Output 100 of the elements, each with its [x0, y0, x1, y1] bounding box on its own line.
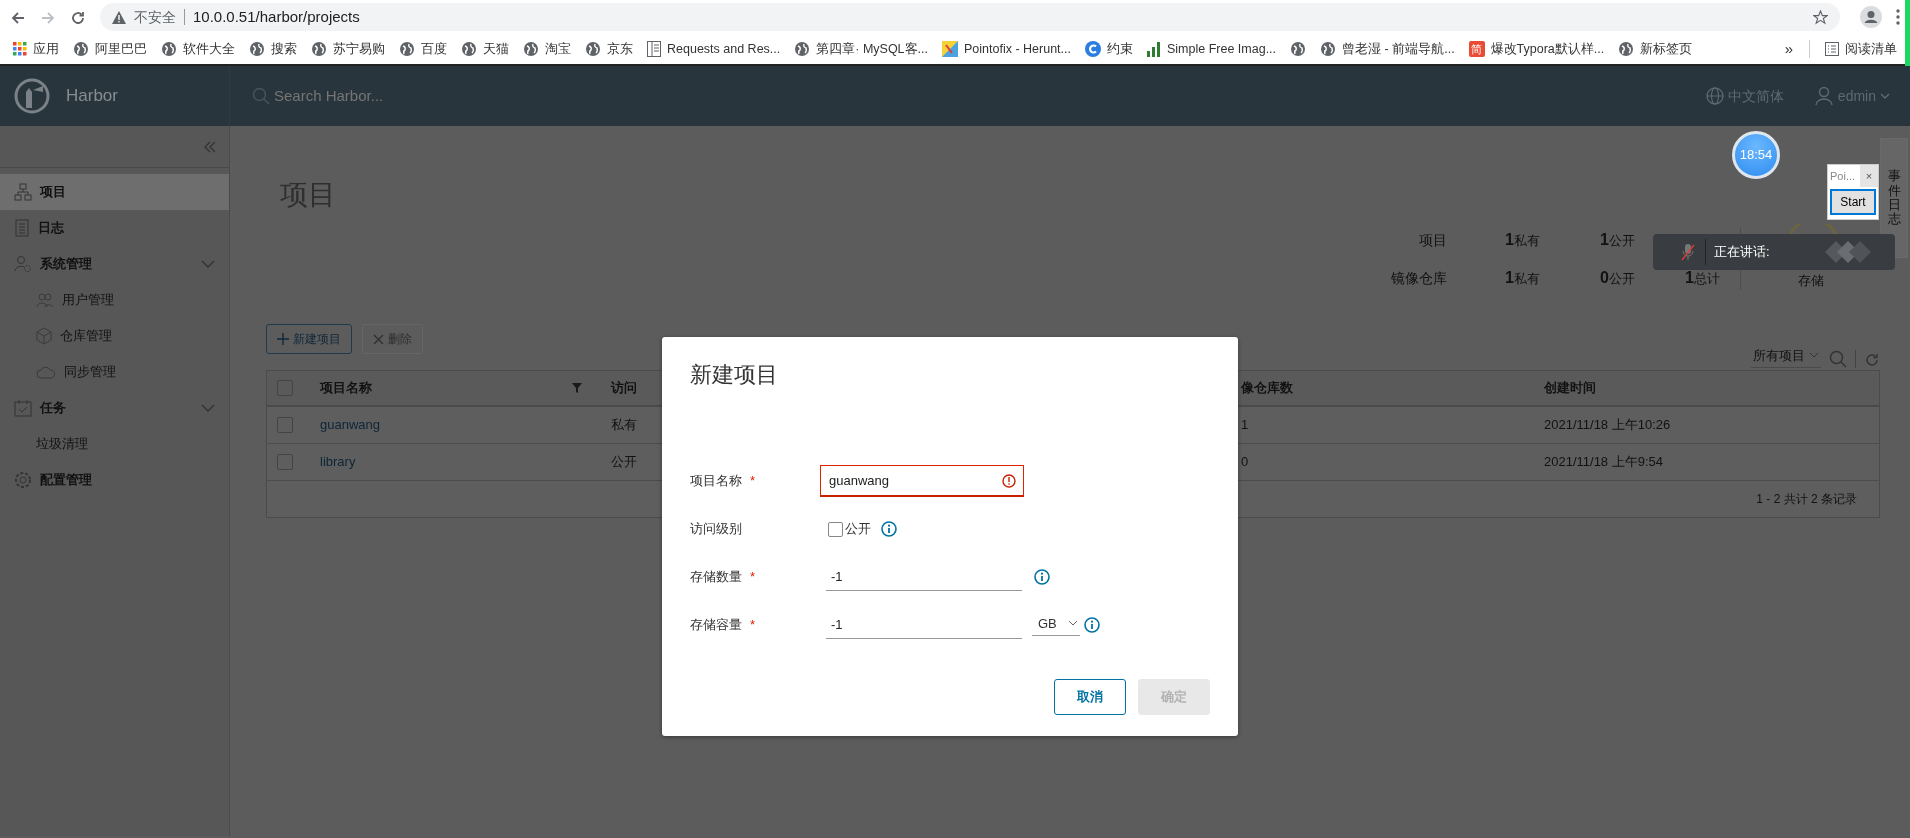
globe-icon [461, 41, 477, 57]
unit-dropdown[interactable]: GB [1032, 613, 1080, 637]
table-cell-text: 2021/11/18 上午10:26 [1544, 416, 1671, 435]
right-arrow-icon [40, 9, 56, 26]
start-button[interactable]: Start [1830, 189, 1876, 215]
user-gear-icon [14, 255, 32, 273]
globe-icon [523, 41, 539, 57]
url-text: 10.0.0.51/harbor/projects [193, 6, 360, 27]
globe-icon [1320, 41, 1337, 57]
lighthouse-logo-icon [14, 78, 50, 114]
speaking-label: 正在讲话: [1714, 243, 1770, 262]
field-label: 项目名称 [690, 472, 742, 491]
address-bar[interactable]: 不安全 10.0.0.51/harbor/projects [100, 3, 1840, 31]
calendar-check-icon [14, 399, 32, 417]
plus-icon [277, 333, 289, 345]
globe-icon [161, 41, 177, 57]
bookmark[interactable]: Requests and Res... [667, 39, 781, 59]
error-icon [1002, 474, 1016, 488]
gear-icon [14, 471, 32, 489]
table-cell-text: 2021/11/18 上午9:54 [1544, 453, 1663, 472]
profile-icon [1860, 6, 1882, 28]
globe-icon [1618, 41, 1635, 57]
window-title: Poi... [1830, 168, 1856, 184]
bookmark[interactable]: 淘宝 [545, 39, 571, 59]
bookmark[interactable]: 约束 [1107, 39, 1133, 59]
bookmark[interactable]: 天猫 [483, 39, 509, 59]
bookmark[interactable]: 软件大全 [183, 39, 235, 59]
bookmark[interactable]: 新标签页 [1640, 39, 1693, 59]
left-arrow-icon [10, 9, 26, 26]
bookmark[interactable]: 曾老湿 - 前端导航... [1342, 39, 1455, 59]
bookmark[interactable]: 爆改Typora默认样... [1490, 39, 1605, 59]
globe-icon [585, 41, 601, 57]
globe-icon [249, 41, 265, 57]
field-label: 存储容量 [690, 616, 742, 635]
stat-value: 1总计 [1684, 268, 1720, 288]
nav-item[interactable]: 项目 [0, 174, 229, 210]
dialog-button[interactable]: 取消 [1054, 679, 1126, 715]
users-icon [36, 292, 54, 308]
stat-label: 存储 [1797, 271, 1824, 290]
bookmark[interactable]: 应用 [33, 39, 59, 59]
diamond-logo-icon [1825, 241, 1871, 263]
required-mark: * [750, 616, 756, 635]
caret-icon [1809, 351, 1819, 359]
bookmark[interactable]: 百度 [421, 39, 447, 59]
search-field[interactable]: Search Harbor... [272, 83, 572, 109]
reading-list[interactable]: 阅读清单 [1845, 39, 1897, 59]
public-checkbox[interactable] [828, 521, 843, 537]
bookmark-badge: 简 [1468, 41, 1485, 57]
collapse-icon [203, 139, 217, 154]
cube-icon [36, 327, 52, 345]
user-icon [1813, 86, 1834, 106]
row-checkbox[interactable] [277, 454, 293, 470]
table-cell-text: 公开 [611, 453, 637, 472]
bookmark[interactable]: 阿里巴巴 [95, 39, 147, 59]
document-icon [14, 219, 30, 237]
bookmark[interactable]: Simple Free Imag... [1167, 39, 1277, 59]
bookmark[interactable]: 苏宁易购 [333, 39, 385, 59]
globe-icon [73, 41, 89, 57]
globe-icon [399, 41, 415, 57]
stat-value: 1私有 [1504, 268, 1540, 288]
star-icon [1813, 10, 1828, 26]
bar-chart-icon [1147, 41, 1161, 57]
bookmark[interactable]: 搜索 [271, 39, 297, 59]
close-button[interactable]: × [1860, 165, 1878, 187]
muted-mic-icon [1681, 243, 1695, 261]
stat-value: 1公开 [1599, 230, 1635, 250]
input-field[interactable]: -1 [826, 611, 1022, 639]
hierarchy-icon [14, 183, 32, 201]
status-strip [1905, 0, 1910, 66]
globe-icon [1290, 41, 1307, 57]
globe-icon [311, 41, 327, 57]
stat-value: 0公开 [1599, 268, 1635, 288]
name-field[interactable]: guanwang [820, 465, 1024, 497]
row-checkbox[interactable] [277, 417, 293, 433]
bookmark[interactable]: 京东 [607, 39, 633, 59]
caret-icon [201, 260, 215, 268]
more-bookmarks[interactable]: » [1784, 37, 1793, 61]
table-cell-text: 1 [1241, 416, 1249, 435]
apps-grid-icon [13, 42, 27, 56]
table-cell-text: 私有 [611, 416, 637, 435]
checkbox-label[interactable]: 公开 [845, 519, 871, 539]
cloud-icon [36, 365, 56, 379]
bookmark[interactable]: 第四章· MySQL客... [816, 39, 928, 59]
stat-label: 项目 [1418, 231, 1448, 250]
menu-icon [1896, 9, 1900, 25]
caret-icon [201, 404, 215, 412]
search-icon [252, 87, 270, 105]
brand-name[interactable]: Harbor [66, 83, 118, 109]
required-mark: * [750, 568, 756, 587]
refresh-icon [1864, 352, 1880, 368]
bookmark[interactable]: Pointofix - Herunt... [964, 39, 1071, 59]
caret-icon [1068, 620, 1078, 627]
field-label: 访问级别 [690, 520, 742, 539]
close-icon [373, 333, 384, 345]
stat-label: 镜像仓库 [1390, 269, 1448, 288]
c-logo-icon [1085, 41, 1101, 57]
input-field[interactable]: -1 [826, 563, 1022, 591]
warning-icon [112, 10, 126, 24]
pagination-text: 1 - 2 共计 2 条记录 [1756, 491, 1857, 508]
dialog-title: 新建项目 [690, 361, 779, 389]
